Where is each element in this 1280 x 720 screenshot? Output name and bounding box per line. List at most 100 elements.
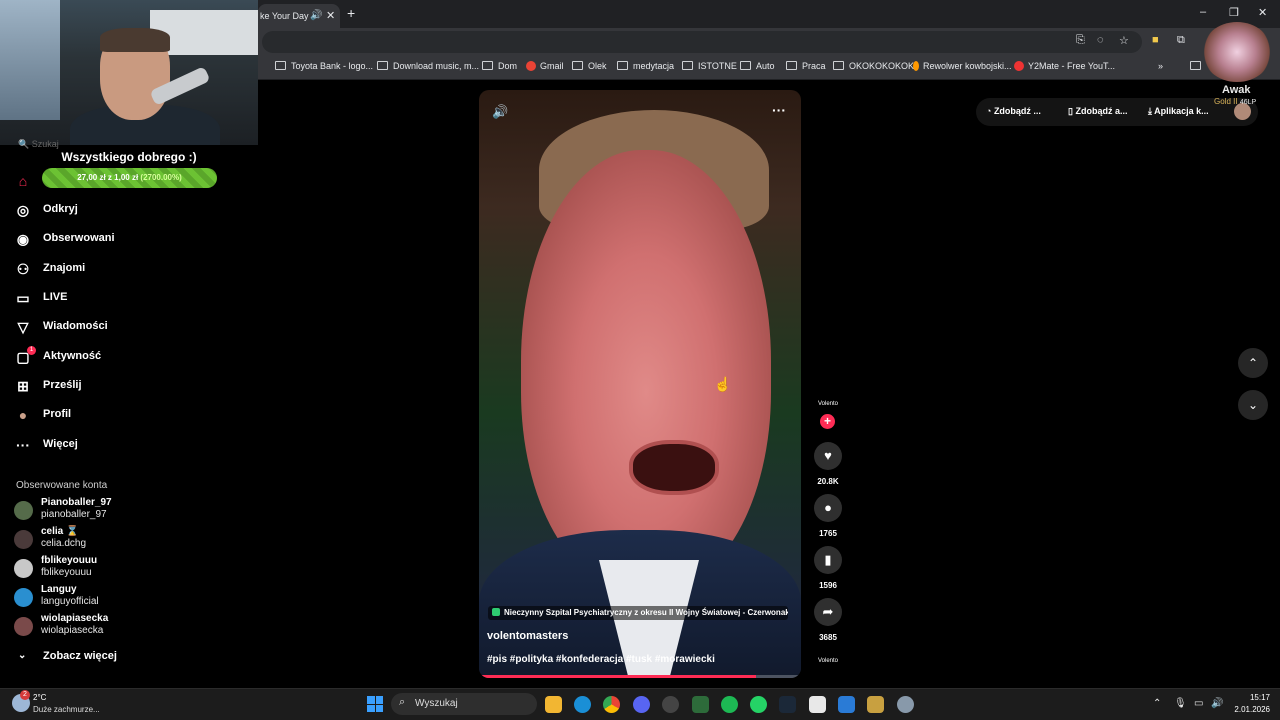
sidebar-item-messages[interactable]: ▽ Wiadomości: [14, 316, 244, 342]
puzzle-icon[interactable]: ⧉: [1177, 34, 1185, 47]
sidebar-item-friends[interactable]: ⚇ Znajomi: [14, 258, 244, 284]
clock-time[interactable]: 15:17: [1242, 693, 1270, 702]
bookmark-folder[interactable]: Praca: [786, 61, 826, 71]
speaker-icon[interactable]: 🔊: [1211, 698, 1223, 709]
windows-start-icon[interactable]: [367, 696, 383, 712]
close-window-icon[interactable]: ✕: [1258, 6, 1267, 19]
follow-plus-icon[interactable]: +: [820, 414, 835, 429]
get-app-button[interactable]: ▯ Zdobądź a...: [1068, 106, 1127, 117]
like-count: 20.8K: [817, 477, 839, 486]
desktop-app-button[interactable]: ⤓ Aplikacja k...: [1148, 106, 1209, 117]
like-heart-icon[interactable]: ♥: [814, 442, 842, 470]
discord-icon[interactable]: [633, 696, 650, 713]
minimize-icon[interactable]: –: [1200, 6, 1206, 18]
home-icon: ⌂: [18, 173, 28, 189]
eye-off-icon[interactable]: ◌: [1097, 34, 1104, 46]
bookmark-label: Download music, m...: [393, 61, 480, 71]
bookmark-label: Praca: [802, 61, 826, 71]
spotify-icon[interactable]: [721, 696, 738, 713]
bookmark-label: Gmail: [540, 61, 564, 71]
bookmark-folder[interactable]: medytacja: [617, 61, 674, 71]
bookmark-item[interactable]: Rewolwer kowbojski...: [913, 61, 1012, 71]
sidebar-item-activity[interactable]: ▢ Aktywność: [14, 346, 244, 372]
tab-close-icon[interactable]: ✕: [326, 9, 335, 22]
sidebar-item-home[interactable]: ⌂: [14, 170, 244, 196]
chrome-icon[interactable]: [603, 696, 620, 713]
creator-label[interactable]: Volento: [808, 401, 848, 407]
bookmark-label: Auto: [756, 61, 775, 71]
sidebar-item-explore[interactable]: ◎ Odkryj: [14, 199, 244, 225]
chatgpt-icon[interactable]: [662, 696, 679, 713]
browser-tab[interactable]: ke Your Day 🔊 ✕: [258, 4, 340, 28]
followed-account[interactable]: wiolapiasecka wiolapiasecka: [14, 613, 214, 641]
new-tab-icon[interactable]: +: [347, 5, 355, 21]
sidebar-item-upload[interactable]: ⊞ Prześlij: [14, 375, 244, 401]
app-window-icon[interactable]: [809, 696, 826, 713]
amazon-icon: [913, 61, 919, 71]
bookmark-item[interactable]: Y2Mate - Free YouT...: [1014, 61, 1115, 71]
tab-audio-icon[interactable]: 🔊: [310, 10, 322, 21]
gmail-icon: [526, 61, 536, 71]
avatar: [14, 617, 33, 636]
whatsapp-icon[interactable]: [750, 696, 767, 713]
edge-icon[interactable]: [574, 696, 591, 713]
avatar: [14, 588, 33, 607]
video-progress-bar[interactable]: [479, 675, 801, 678]
microphone-icon[interactable]: 🎙: [1174, 698, 1187, 709]
sidebar-item-following[interactable]: ◉ Obserwowani: [14, 228, 244, 254]
bookmark-item[interactable]: Gmail: [526, 61, 564, 71]
cast-icon[interactable]: ⎘: [1076, 34, 1085, 47]
extension-icon[interactable]: ■: [1152, 34, 1159, 46]
video-author[interactable]: volentomasters: [487, 630, 568, 642]
followed-account[interactable]: Languy languyofficial: [14, 584, 214, 612]
more-bookmarks-icon[interactable]: »: [1158, 61, 1163, 71]
sidebar-item-more[interactable]: ··· Więcej: [14, 434, 244, 460]
volume-icon[interactable]: 🔊: [492, 104, 508, 120]
league-client-icon[interactable]: [867, 696, 884, 713]
more-options-icon[interactable]: ···: [772, 102, 786, 118]
video-player[interactable]: [479, 90, 801, 678]
weather-description[interactable]: Duże zachmurze...: [33, 705, 100, 714]
bookmark-folder[interactable]: Auto: [740, 61, 775, 71]
bookmark-label: OKOKOKOKOK: [849, 61, 915, 71]
bookmark-item[interactable]: Download music, m...: [377, 61, 479, 71]
star-icon[interactable]: ☆: [1119, 34, 1129, 47]
bookmark-folder[interactable]: OKOKOKOKOK: [833, 61, 914, 71]
tray-chevron-up-icon[interactable]: ⌃: [1153, 698, 1161, 709]
bookmark-label: ISTOTNE: [698, 61, 737, 71]
address-bar[interactable]: [262, 31, 1142, 53]
bookmark-save-icon[interactable]: ▮: [814, 546, 842, 574]
weather-temperature[interactable]: 2°C: [33, 693, 46, 702]
bookmark-folder[interactable]: Olek: [572, 61, 607, 71]
display-icon[interactable]: ▭: [1194, 698, 1203, 709]
followed-account[interactable]: fblikeyouuu fblikeyouuu: [14, 555, 214, 583]
taskbar-search[interactable]: ⌕ Wyszukaj: [391, 693, 537, 715]
location-pin-icon: [492, 608, 500, 616]
clock-date[interactable]: 2.01.2026: [1228, 705, 1270, 714]
search-input[interactable]: 🔍 Szukaj: [18, 139, 59, 150]
bookmark-item[interactable]: Toyota Bank - logo...: [275, 61, 373, 71]
previous-video-chevron-up-icon[interactable]: ⌃: [1238, 348, 1268, 378]
steam-icon[interactable]: [779, 696, 796, 713]
share-arrow-icon[interactable]: ➦: [814, 598, 842, 626]
video-hashtags[interactable]: #pis #polityka #konfederacja #tusk #mora…: [487, 654, 715, 665]
file-explorer-icon[interactable]: [545, 696, 562, 713]
comment-icon[interactable]: ●: [814, 494, 842, 522]
location-tag[interactable]: Nieczynny Szpital Psychiatryczny z okres…: [488, 606, 788, 620]
followed-account[interactable]: celia ⌛ celia.dchg: [14, 526, 214, 554]
followed-account[interactable]: Pianoballer_97 pianoballer_97: [14, 497, 214, 525]
webcam-window: [0, 0, 60, 120]
sidebar-item-live[interactable]: ▭ LIVE: [14, 287, 244, 313]
next-video-chevron-down-icon[interactable]: ⌄: [1238, 390, 1268, 420]
app-icon[interactable]: [692, 696, 709, 713]
notepad-icon[interactable]: [838, 696, 855, 713]
bookmark-folder[interactable]: Dom: [482, 61, 517, 71]
sidebar-item-profile[interactable]: ● Profil: [14, 404, 244, 430]
bookmark-folder[interactable]: ISTOTNE: [682, 61, 737, 71]
maximize-icon[interactable]: ❐: [1229, 6, 1239, 19]
next-creator-label[interactable]: Volento: [808, 658, 848, 664]
bookmark-label: Olek: [588, 61, 607, 71]
settings-gear-icon[interactable]: [897, 696, 914, 713]
account-username: wiolapiasecka: [41, 625, 104, 636]
coins-button[interactable]: ◔ Zdobądź ...: [986, 106, 1041, 116]
